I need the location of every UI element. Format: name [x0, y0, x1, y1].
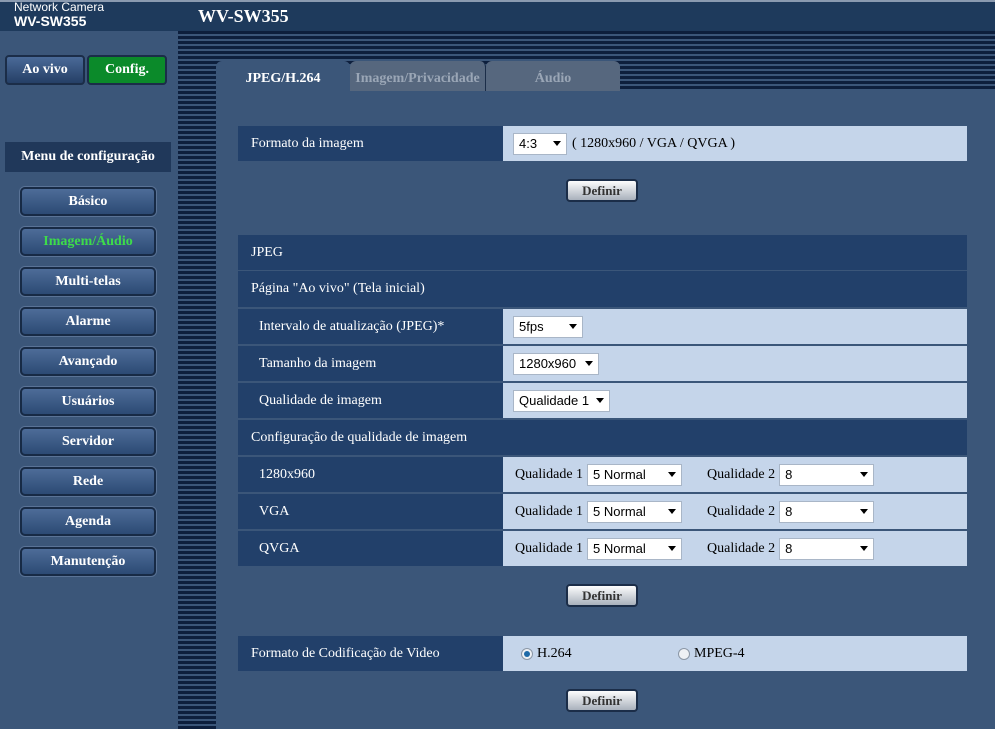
- tab-audio[interactable]: Áudio: [486, 61, 620, 91]
- chevron-down-icon: [668, 509, 677, 514]
- image-size-cell: 1280x960: [503, 346, 967, 381]
- image-format-note: ( 1280x960 / VGA / QVGA ): [572, 135, 736, 151]
- image-quality-cell: Qualidade 1: [503, 383, 967, 418]
- quality2-label: Qualidade 2: [707, 540, 776, 556]
- sidebar-item-alarme[interactable]: Alarme: [20, 307, 156, 336]
- image-quality-select[interactable]: Qualidade 1: [513, 389, 610, 412]
- quality-row-label: 1280x960: [238, 457, 503, 492]
- quality2-label: Qualidade 2: [707, 466, 776, 482]
- sidebar-item-rede[interactable]: Rede: [20, 467, 156, 496]
- jpeg-section-header: JPEG: [238, 235, 967, 270]
- sidebar-item-basico[interactable]: Básico: [20, 187, 156, 216]
- quality1-label: Qualidade 1: [515, 466, 584, 482]
- chevron-down-icon: [860, 472, 869, 477]
- tab-jpeg-h264[interactable]: JPEG/H.264: [216, 61, 350, 91]
- brand-model: WV-SW355: [14, 13, 87, 29]
- image-quality-label: Qualidade de imagem: [238, 383, 503, 418]
- chevron-down-icon: [668, 472, 677, 477]
- sidebar-item-manutencao[interactable]: Manutenção: [20, 547, 156, 576]
- quality-row: Qualidade 1 5 Normal Qualidade 2 8: [503, 457, 967, 492]
- header: [0, 0, 995, 31]
- quality2-select[interactable]: 8: [779, 537, 875, 560]
- image-size-select[interactable]: 1280x960: [513, 352, 599, 375]
- sidebar-item-avancado[interactable]: Avançado: [20, 347, 156, 376]
- quality1-select[interactable]: 5 Normal: [587, 537, 683, 560]
- chevron-down-icon: [668, 546, 677, 551]
- page-title: WV-SW355: [198, 6, 289, 26]
- sidebar-item-usuarios[interactable]: Usuários: [20, 387, 156, 416]
- sidebar-item-servidor[interactable]: Servidor: [20, 427, 156, 456]
- menu-title: Menu de configuração: [5, 142, 171, 172]
- refresh-interval-select[interactable]: 5fps: [513, 315, 583, 338]
- refresh-interval-label: Intervalo de atualização (JPEG)*: [238, 309, 503, 344]
- quality1-label: Qualidade 1: [515, 503, 584, 519]
- quality2-select[interactable]: 8: [779, 463, 875, 486]
- chevron-down-icon: [860, 509, 869, 514]
- video-coding-label: Formato de Codificação de Video: [238, 636, 503, 671]
- tab-imagem-privacidade[interactable]: Imagem/Privacidade: [350, 61, 486, 91]
- set-button-format[interactable]: Definir: [566, 179, 638, 202]
- quality-row-label: VGA: [238, 494, 503, 529]
- radio-selected-icon: [521, 647, 533, 660]
- live-page-header: Página "Ao vivo" (Tela inicial): [238, 271, 967, 307]
- sidebar-item-imagem-audio[interactable]: Imagem/Áudio: [20, 227, 156, 256]
- image-format-select[interactable]: 4:3: [513, 132, 567, 155]
- chevron-down-icon: [585, 361, 593, 366]
- config-button[interactable]: Config.: [87, 55, 167, 85]
- quality-config-header: Configuração de qualidade de imagem: [238, 420, 967, 455]
- radio-mpeg4[interactable]: MPEG-4: [678, 646, 745, 662]
- sidebar-item-multi-telas[interactable]: Multi-telas: [20, 267, 156, 296]
- radio-unselected-icon: [678, 647, 690, 660]
- chevron-down-icon: [596, 398, 604, 403]
- chevron-down-icon: [569, 324, 577, 329]
- quality-row: Qualidade 1 5 Normal Qualidade 2 8: [503, 494, 967, 529]
- live-view-button[interactable]: Ao vivo: [5, 55, 85, 85]
- refresh-interval-cell: 5fps: [503, 309, 967, 344]
- quality-row: Qualidade 1 5 Normal Qualidade 2 8: [503, 531, 967, 566]
- image-size-label: Tamanho da imagem: [238, 346, 503, 381]
- image-format-cell: 4:3 ( 1280x960 / VGA / QVGA ): [503, 126, 967, 161]
- sidebar: [0, 31, 178, 729]
- quality2-select[interactable]: 8: [779, 500, 875, 523]
- quality1-label: Qualidade 1: [515, 540, 584, 556]
- quality1-select[interactable]: 5 Normal: [587, 463, 683, 486]
- quality2-label: Qualidade 2: [707, 503, 776, 519]
- quality-row-label: QVGA: [238, 531, 503, 566]
- sidebar-item-agenda[interactable]: Agenda: [20, 507, 156, 536]
- chevron-down-icon: [553, 141, 561, 146]
- radio-h264[interactable]: H.264: [521, 646, 678, 662]
- chevron-down-icon: [860, 546, 869, 551]
- image-format-label: Formato da imagem: [238, 126, 503, 161]
- set-button-video[interactable]: Definir: [566, 689, 638, 712]
- quality1-select[interactable]: 5 Normal: [587, 500, 683, 523]
- set-button-jpeg[interactable]: Definir: [566, 584, 638, 607]
- video-coding-cell: H.264 MPEG-4: [503, 636, 967, 671]
